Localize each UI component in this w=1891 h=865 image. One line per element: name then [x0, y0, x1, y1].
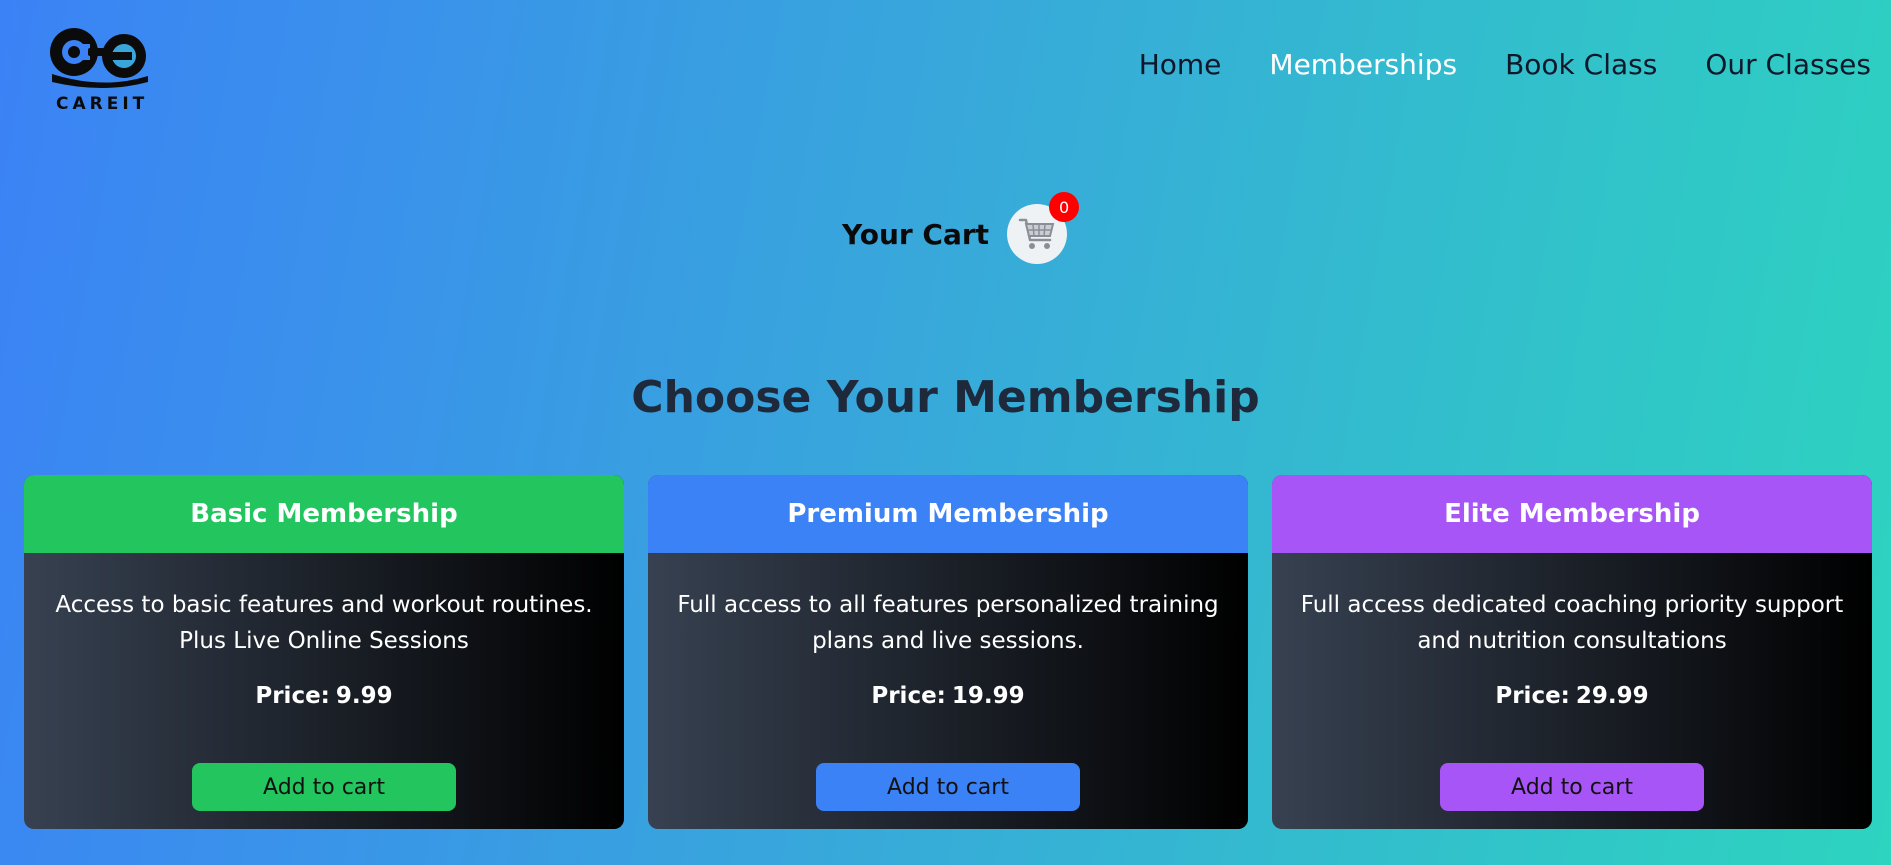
add-to-cart-button[interactable]: Add to cart	[192, 763, 456, 811]
shopping-cart-icon	[1018, 218, 1055, 249]
add-to-cart-button[interactable]: Add to cart	[1440, 763, 1704, 811]
card-description: Full access to all features personalized…	[677, 592, 1219, 654]
card-description: Full access dedicated coaching priority …	[1300, 592, 1844, 654]
card-price: Price: 19.99	[648, 683, 1248, 709]
card-description: Access to basic features and workout rou…	[55, 592, 593, 654]
price-value: 9.99	[335, 683, 393, 709]
add-to-cart-button[interactable]: Add to cart	[816, 763, 1080, 811]
card-header: Basic Membership	[24, 475, 624, 553]
card-price: Price: 29.99	[1272, 683, 1872, 709]
dumbbell-logo-icon	[50, 28, 148, 88]
card-header: Elite Membership	[1272, 475, 1872, 553]
price-label: Price:	[255, 683, 330, 709]
price-value: 29.99	[1575, 683, 1649, 709]
cart-count-badge: 0	[1049, 192, 1080, 222]
site-header: CAREIT Home Memberships Book Class Our C…	[0, 0, 1891, 140]
price-label: Price:	[1495, 683, 1570, 709]
nav-memberships[interactable]: Memberships	[1269, 48, 1457, 81]
nav-book-class[interactable]: Book Class	[1505, 48, 1657, 81]
card-header: Premium Membership	[648, 475, 1248, 553]
cart-section: Your Cart 0	[842, 192, 1080, 264]
card-price: Price: 9.99	[24, 683, 624, 709]
membership-card-elite: Elite Membership Full access dedicated c…	[1272, 475, 1872, 829]
brand-logo[interactable]: CAREIT	[48, 24, 158, 120]
cart-button[interactable]: 0	[1007, 192, 1080, 264]
brand-name: CAREIT	[56, 94, 149, 114]
membership-card-premium: Premium Membership Full access to all fe…	[648, 475, 1248, 829]
nav-our-classes[interactable]: Our Classes	[1705, 48, 1871, 81]
main-nav: Home Memberships Book Class Our Classes	[1139, 48, 1871, 81]
nav-home[interactable]: Home	[1139, 48, 1222, 81]
page-title: Choose Your Membership	[631, 372, 1260, 423]
cart-label: Your Cart	[842, 217, 990, 251]
price-value: 19.99	[951, 683, 1025, 709]
membership-card-basic: Basic Membership Access to basic feature…	[24, 475, 624, 829]
membership-cards: Basic Membership Access to basic feature…	[24, 475, 1872, 829]
price-label: Price:	[871, 683, 946, 709]
